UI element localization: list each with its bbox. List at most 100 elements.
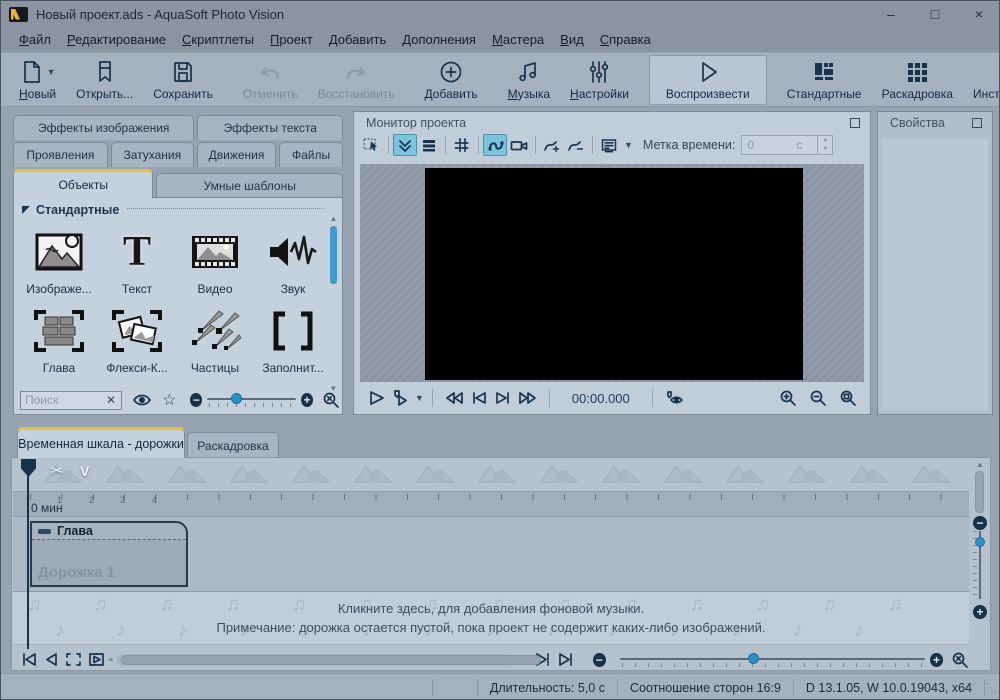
chapter-block[interactable]: Глава Дорожка 1 bbox=[30, 521, 188, 587]
object-flexi-collage[interactable]: Флекси-К... bbox=[98, 300, 176, 379]
tab-files[interactable]: Файлы bbox=[279, 142, 343, 167]
zoom-reset-icon[interactable] bbox=[322, 391, 340, 409]
tab-fades[interactable]: Затухания bbox=[111, 142, 194, 167]
object-video[interactable]: Видео bbox=[176, 221, 254, 300]
tab-objects[interactable]: Объекты bbox=[13, 169, 153, 198]
timeline-ruler[interactable]: 1 2 3 4 0 мин bbox=[13, 491, 969, 517]
tab-timeline-tracks[interactable]: Временная шкала - дорожки bbox=[17, 427, 185, 458]
menu-help[interactable]: Справка bbox=[592, 29, 659, 50]
layers-button[interactable] bbox=[417, 134, 441, 156]
menu-project[interactable]: Проект bbox=[262, 29, 321, 50]
forward-button[interactable] bbox=[515, 390, 541, 406]
settings-button[interactable]: Настройки bbox=[560, 55, 639, 105]
hscrollbar-thumb[interactable] bbox=[121, 655, 541, 665]
menu-scriptlets[interactable]: Скриптлеты bbox=[174, 29, 262, 50]
zoom-out-button[interactable]: − bbox=[190, 393, 202, 407]
vscroll-up-icon[interactable]: ▲ bbox=[970, 460, 990, 470]
object-image[interactable]: Изображе... bbox=[20, 221, 98, 300]
timeline-zoom-in-button[interactable]: + bbox=[930, 653, 943, 667]
add-keyframe-button[interactable] bbox=[540, 134, 564, 156]
menu-addons[interactable]: Дополнения bbox=[394, 29, 484, 50]
properties-pin-icon[interactable] bbox=[972, 118, 982, 128]
chapter-track[interactable]: Дорожка 1 bbox=[32, 540, 186, 585]
close-button[interactable]: × bbox=[957, 1, 1000, 27]
search-input[interactable] bbox=[21, 393, 101, 407]
menu-add[interactable]: Добавить bbox=[321, 29, 394, 50]
scroll-left-icon[interactable]: ◂ bbox=[108, 654, 113, 665]
object-particles[interactable]: Частицы bbox=[176, 300, 254, 379]
add-button[interactable]: Добавить bbox=[415, 55, 488, 105]
save-button[interactable]: Сохранить bbox=[143, 55, 223, 105]
tools-view-button[interactable]: Инструменты bbox=[963, 55, 1000, 105]
tab-smart-templates[interactable]: Умные шаблоны bbox=[156, 173, 343, 198]
camera-pan-button[interactable] bbox=[507, 134, 531, 156]
undo-button[interactable]: Отменить bbox=[233, 55, 308, 105]
select-tool-button[interactable] bbox=[360, 134, 384, 156]
play-button[interactable]: Воспроизвести bbox=[649, 55, 767, 105]
monitor-zoom-in-icon[interactable] bbox=[776, 389, 800, 407]
play-range-button[interactable] bbox=[85, 652, 108, 667]
timeline-zoom-reset-icon[interactable] bbox=[951, 651, 969, 669]
monitor-pin-icon[interactable] bbox=[850, 118, 860, 128]
monitor-zoom-fit-icon[interactable] bbox=[836, 389, 860, 407]
display-mode-dropdown-icon[interactable]: ▼ bbox=[624, 140, 633, 150]
timestamp-spinner[interactable]: ▲▼ bbox=[817, 136, 832, 154]
minimize-button[interactable]: – bbox=[869, 1, 913, 27]
open-button[interactable]: Открыть... bbox=[66, 55, 143, 105]
maximize-button[interactable]: □ bbox=[913, 1, 957, 27]
new-dropdown-icon[interactable]: ▼ bbox=[47, 67, 56, 77]
timestamp-input[interactable] bbox=[742, 138, 788, 152]
monitor-zoom-out-icon[interactable] bbox=[806, 389, 830, 407]
cut-scissors-icon[interactable]: ✂ bbox=[50, 461, 63, 481]
music-track[interactable]: ♫♫♫♫♫♫♫♫♫♫♫♫♫♫ ♪♪♪♪♪♪♪♪♪♪♪♪♪♪ Кликните з… bbox=[13, 591, 969, 645]
preview-screen[interactable] bbox=[425, 168, 803, 380]
timeline-hscrollbar[interactable] bbox=[117, 654, 515, 666]
play-preview-button[interactable] bbox=[364, 389, 388, 407]
menu-wizards[interactable]: Мастера bbox=[484, 29, 552, 50]
timeline-tracks-area[interactable]: Глава Дорожка 1 bbox=[13, 517, 969, 591]
previous-frame-button[interactable] bbox=[467, 390, 491, 406]
track-height-thumb[interactable] bbox=[975, 537, 985, 547]
track-height-increase-button[interactable]: + bbox=[973, 605, 987, 619]
menu-view[interactable]: Вид bbox=[552, 29, 592, 50]
timeline-zoom-slider[interactable] bbox=[620, 651, 925, 669]
tab-image-effects[interactable]: Эффекты изображения bbox=[13, 115, 194, 140]
marker-eye-icon[interactable] bbox=[661, 390, 687, 406]
display-mode-button[interactable] bbox=[597, 134, 621, 156]
chapter-header[interactable]: Глава bbox=[32, 523, 186, 540]
timeline-vscrollbar-thumb[interactable] bbox=[975, 471, 984, 513]
go-to-end-button[interactable] bbox=[554, 652, 577, 667]
music-button[interactable]: Музыка bbox=[498, 55, 560, 105]
thumbnail-size-slider[interactable] bbox=[207, 392, 296, 408]
tab-motions[interactable]: Движения bbox=[197, 142, 276, 167]
menu-edit[interactable]: Редактирование bbox=[59, 29, 174, 50]
scroll-up-icon[interactable]: ▲ bbox=[327, 214, 340, 224]
tab-text-effects[interactable]: Эффекты текста bbox=[197, 115, 343, 140]
tab-reveals[interactable]: Проявления bbox=[13, 142, 108, 167]
play-options-dropdown-icon[interactable]: ▼ bbox=[415, 393, 424, 403]
standard-view-button[interactable]: Стандартные bbox=[777, 55, 872, 105]
zoom-in-button[interactable]: + bbox=[301, 393, 313, 407]
menu-file[interactable]: Файл bbox=[11, 29, 59, 50]
rewind-button[interactable] bbox=[441, 390, 467, 406]
auto-chevrons-button[interactable] bbox=[393, 134, 417, 156]
go-to-start-button[interactable] bbox=[18, 652, 41, 667]
zoom-to-selection-icon[interactable] bbox=[62, 652, 85, 667]
section-standard[interactable]: Стандартные bbox=[14, 198, 342, 219]
preview-area[interactable] bbox=[360, 164, 864, 382]
redo-button[interactable]: Восстановить bbox=[308, 55, 405, 105]
collapse-chapter-icon[interactable] bbox=[38, 529, 51, 534]
clear-search-icon[interactable]: ✕ bbox=[101, 393, 121, 407]
previous-object-button[interactable] bbox=[41, 652, 62, 667]
eye-icon[interactable] bbox=[132, 393, 152, 407]
new-button[interactable]: ▼ Новый bbox=[9, 55, 66, 105]
object-sound[interactable]: Звук bbox=[254, 221, 332, 300]
resize-grip-icon[interactable]: ⋱ bbox=[985, 681, 1000, 694]
next-frame-button[interactable] bbox=[491, 390, 515, 406]
object-chapter[interactable]: Глава bbox=[20, 300, 98, 379]
object-placeholder[interactable]: Заполнит... bbox=[254, 300, 332, 379]
track-height-decrease-button[interactable]: − bbox=[973, 516, 987, 530]
scrollbar-thumb[interactable] bbox=[330, 226, 337, 284]
remove-keyframe-button[interactable] bbox=[564, 134, 588, 156]
motion-path-button[interactable] bbox=[483, 134, 507, 156]
